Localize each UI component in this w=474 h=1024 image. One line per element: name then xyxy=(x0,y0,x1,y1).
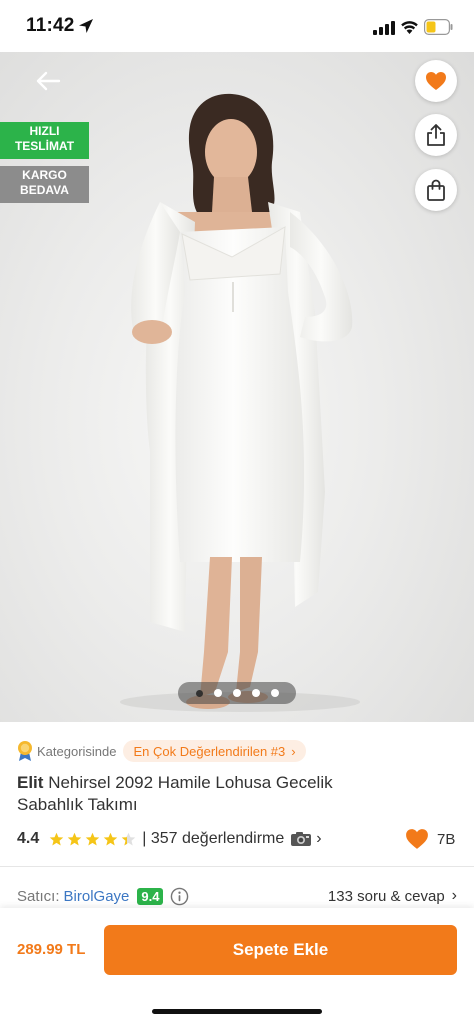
star-full-icon xyxy=(50,832,64,845)
share-button[interactable] xyxy=(415,114,457,156)
go-to-cart-button[interactable] xyxy=(415,169,457,211)
purchase-bar: 289.99 TL Sepete Ekle xyxy=(0,908,474,1024)
heart-icon xyxy=(426,72,446,90)
camera-icon xyxy=(291,832,312,846)
like-count-button[interactable]: 7B xyxy=(405,826,455,852)
battery-icon xyxy=(424,19,453,35)
category-rank-label: En Çok Değerlendirilen #3 xyxy=(133,743,286,759)
heart-icon xyxy=(406,829,428,849)
seller-score-badge: 9.4 xyxy=(137,887,164,905)
back-button[interactable] xyxy=(26,66,70,96)
star-partial-icon xyxy=(122,832,136,845)
star-full-icon xyxy=(104,832,118,845)
info-icon[interactable] xyxy=(170,887,189,906)
seller-label: Satıcı: xyxy=(17,887,60,905)
pager-dot[interactable] xyxy=(213,689,222,697)
favorite-button[interactable] xyxy=(415,60,457,102)
star-full-icon xyxy=(68,832,82,845)
star-full-icon xyxy=(86,832,100,845)
product-brand[interactable]: Elit xyxy=(17,773,43,792)
price: 289.99 TL xyxy=(17,941,86,958)
rating-value: 4.4 xyxy=(17,830,40,847)
reviews-link[interactable]: | 357 değerlendirme › xyxy=(142,830,321,848)
chevron-right-icon: › xyxy=(451,887,457,904)
qa-label: 133 soru & cevap xyxy=(327,887,445,905)
fast-delivery-badge: HIZLI TESLİMAT xyxy=(0,122,89,159)
pager-dot-active[interactable] xyxy=(195,689,203,697)
review-count: | 357 değerlendirme xyxy=(142,830,285,847)
add-to-cart-button[interactable]: Sepete Ekle xyxy=(104,925,457,975)
medal-icon xyxy=(18,741,32,761)
product-name: Nehirsel 2092 Hamile Lohusa Gecelik Saba… xyxy=(17,773,333,814)
home-indicator[interactable] xyxy=(152,1009,322,1014)
like-count: 7B xyxy=(437,830,456,848)
rating-stars xyxy=(49,832,136,847)
status-time: 11:42 xyxy=(26,15,75,36)
pager-dot[interactable] xyxy=(251,689,260,697)
cellular-signal-icon xyxy=(373,21,395,35)
category-rank-badge[interactable]: En Çok Değerlendirilen #3 › xyxy=(122,740,306,762)
status-bar: 11:42 xyxy=(0,0,474,52)
seller-row: Satıcı: BirolGaye 9.4 xyxy=(17,885,189,907)
pager-dot[interactable] xyxy=(232,689,241,697)
category-rank-row: Kategorisinde En Çok Değerlendirilen #3 … xyxy=(17,740,306,762)
image-pager[interactable] xyxy=(178,682,296,704)
chevron-right-icon: › xyxy=(316,830,322,847)
product-image-gallery[interactable]: HIZLI TESLİMAT KARGO BEDAVA xyxy=(0,52,474,722)
category-prefix: Kategorisinde xyxy=(37,743,117,759)
seller-link[interactable]: BirolGaye xyxy=(64,888,130,905)
back-arrow-icon xyxy=(36,71,61,91)
chevron-right-icon: › xyxy=(291,743,296,759)
wifi-icon xyxy=(401,21,418,34)
shopping-bag-icon xyxy=(427,179,445,201)
share-icon xyxy=(427,124,445,146)
pager-dot[interactable] xyxy=(270,689,279,697)
free-shipping-badge: KARGO BEDAVA xyxy=(0,166,89,203)
product-title: Elit Nehirsel 2092 Hamile Lohusa Gecelik… xyxy=(17,772,397,816)
rating-row: 4.4 | 357 değerlendirme › xyxy=(17,828,322,850)
divider xyxy=(0,866,474,867)
location-arrow-icon xyxy=(79,19,93,33)
questions-answers-link[interactable]: 133 soru & cevap › xyxy=(328,885,457,907)
